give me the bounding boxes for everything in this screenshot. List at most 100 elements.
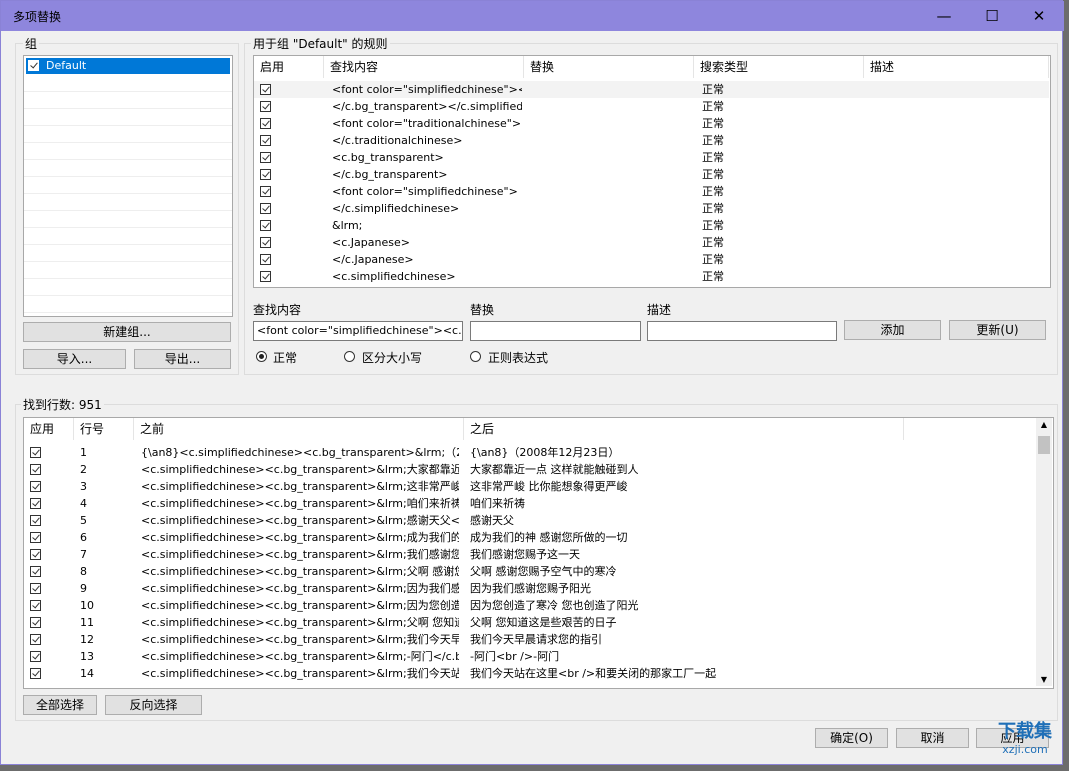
result-row[interactable]: 2 <c.simplifiedchinese><c.bg_transparent>… — [24, 461, 1034, 478]
result-row[interactable]: 4 <c.simplifiedchinese><c.bg_transparent>… — [24, 495, 1034, 512]
rule-enabled-checkbox[interactable] — [260, 101, 271, 112]
rule-enabled-checkbox[interactable] — [260, 84, 271, 95]
rules-table[interactable]: 启用 查找内容 替换 搜索类型 描述 <font color="simplifi… — [253, 55, 1051, 288]
title-bar[interactable]: 多项替换 — ☐ ✕ — [1, 1, 1064, 31]
result-line-cell: 5 — [80, 514, 87, 527]
result-apply-checkbox[interactable] — [30, 583, 41, 594]
col-enabled[interactable]: 启用 — [254, 56, 324, 78]
result-apply-checkbox[interactable] — [30, 617, 41, 628]
find-input[interactable]: <font color="simplifiedchinese"><c.bg_tr… — [253, 321, 463, 341]
rule-row[interactable]: <c.Japanese> 正常 — [254, 234, 1049, 251]
rule-enabled-checkbox[interactable] — [260, 118, 271, 129]
result-line-cell: 10 — [80, 599, 94, 612]
result-row[interactable]: 8 <c.simplifiedchinese><c.bg_transparent>… — [24, 563, 1034, 580]
result-row[interactable]: 14 <c.simplifiedchinese><c.bg_transparent… — [24, 665, 1034, 682]
scroll-thumb[interactable] — [1038, 436, 1050, 454]
result-before-cell: <c.simplifiedchinese><c.bg_transparent>&… — [141, 667, 459, 680]
select-all-button[interactable]: 全部选择 — [23, 695, 97, 715]
col-find[interactable]: 查找内容 — [324, 56, 524, 78]
result-apply-checkbox[interactable] — [30, 600, 41, 611]
result-apply-checkbox[interactable] — [30, 532, 41, 543]
result-row[interactable]: 3 <c.simplifiedchinese><c.bg_transparent>… — [24, 478, 1034, 495]
result-row[interactable]: 12 <c.simplifiedchinese><c.bg_transparent… — [24, 631, 1034, 648]
rule-enabled-checkbox[interactable] — [260, 152, 271, 163]
new-group-button[interactable]: 新建组... — [23, 322, 231, 342]
result-apply-checkbox[interactable] — [30, 566, 41, 577]
ok-button[interactable]: 确定(O) — [815, 728, 888, 748]
update-button[interactable]: 更新(U) — [949, 320, 1046, 340]
rule-row[interactable]: </c.bg_transparent> 正常 — [254, 166, 1049, 183]
result-apply-checkbox[interactable] — [30, 634, 41, 645]
rule-row[interactable]: </c.simplifiedchinese> 正常 — [254, 200, 1049, 217]
import-button[interactable]: 导入... — [23, 349, 126, 369]
group-checkbox[interactable] — [28, 60, 39, 71]
result-row[interactable]: 6 <c.simplifiedchinese><c.bg_transparent>… — [24, 529, 1034, 546]
results-scrollbar[interactable]: ▲ ▼ — [1036, 418, 1052, 686]
col-search-type[interactable]: 搜索类型 — [694, 56, 864, 78]
rule-row[interactable]: </c.traditionalchinese> 正常 — [254, 132, 1049, 149]
result-apply-checkbox[interactable] — [30, 498, 41, 509]
results-table[interactable]: 应用 行号 之前 之后 1 {\an8}<c.simplifiedchinese>… — [23, 417, 1054, 689]
invert-selection-button[interactable]: 反向选择 — [105, 695, 202, 715]
radio-case-sensitive[interactable] — [344, 351, 355, 362]
result-apply-checkbox[interactable] — [30, 447, 41, 458]
rule-row[interactable]: </c.bg_transparent></c.simplifiedc... 正常 — [254, 98, 1049, 115]
result-row[interactable]: 1 {\an8}<c.simplifiedchinese><c.bg_transp… — [24, 444, 1034, 461]
col-line[interactable]: 行号 — [74, 418, 134, 440]
result-after-cell: 成为我们的神 感谢您所做的一切 — [470, 531, 628, 544]
rule-row[interactable]: </c.Japanese> 正常 — [254, 251, 1049, 268]
result-apply-checkbox[interactable] — [30, 464, 41, 475]
result-row[interactable]: 11 <c.simplifiedchinese><c.bg_transparent… — [24, 614, 1034, 631]
rule-enabled-checkbox[interactable] — [260, 169, 271, 180]
rule-row[interactable]: <font color="simplifiedchinese"> 正常 — [254, 183, 1049, 200]
rule-enabled-checkbox[interactable] — [260, 135, 271, 146]
rule-enabled-checkbox[interactable] — [260, 271, 271, 282]
rule-row[interactable]: <c.simplifiedchinese> 正常 — [254, 268, 1049, 285]
result-line-cell: 7 — [80, 548, 87, 561]
result-row[interactable]: 10 <c.simplifiedchinese><c.bg_transparent… — [24, 597, 1034, 614]
close-icon: ✕ — [1032, 7, 1046, 25]
add-button[interactable]: 添加 — [844, 320, 941, 340]
result-apply-checkbox[interactable] — [30, 651, 41, 662]
result-apply-checkbox[interactable] — [30, 549, 41, 560]
result-apply-checkbox[interactable] — [30, 515, 41, 526]
cancel-button[interactable]: 取消 — [896, 728, 969, 748]
col-after[interactable]: 之后 — [464, 418, 904, 440]
rule-find-cell: </c.traditionalchinese> — [332, 134, 463, 147]
rule-row[interactable]: <font color="simplifiedchinese"><c.... 正常 — [254, 81, 1049, 98]
export-button[interactable]: 导出... — [134, 349, 231, 369]
col-description[interactable]: 描述 — [864, 56, 1049, 78]
radio-normal[interactable] — [256, 351, 267, 362]
result-row[interactable]: 9 <c.simplifiedchinese><c.bg_transparent>… — [24, 580, 1034, 597]
radio-regex[interactable] — [470, 351, 481, 362]
rule-row[interactable]: <c.bg_transparent> 正常 — [254, 149, 1049, 166]
rule-row[interactable]: &lrm; 正常 — [254, 217, 1049, 234]
rule-enabled-checkbox[interactable] — [260, 254, 271, 265]
replace-input[interactable] — [470, 321, 641, 341]
minimize-button[interactable]: — — [921, 1, 967, 31]
rule-find-cell: </c.Japanese> — [332, 253, 414, 266]
result-row[interactable]: 5 <c.simplifiedchinese><c.bg_transparent>… — [24, 512, 1034, 529]
rule-enabled-checkbox[interactable] — [260, 186, 271, 197]
maximize-button[interactable]: ☐ — [969, 1, 1015, 31]
window-title: 多项替换 — [13, 10, 62, 24]
group-item-default[interactable]: Default — [26, 58, 230, 74]
desc-input[interactable] — [647, 321, 837, 341]
rule-type-cell: 正常 — [702, 83, 724, 96]
col-before[interactable]: 之前 — [134, 418, 464, 440]
group-list[interactable]: Default — [23, 55, 233, 317]
col-replace[interactable]: 替换 — [524, 56, 694, 78]
result-before-cell: <c.simplifiedchinese><c.bg_transparent>&… — [141, 497, 459, 510]
rule-enabled-checkbox[interactable] — [260, 237, 271, 248]
col-apply[interactable]: 应用 — [24, 418, 74, 440]
close-button[interactable]: ✕ — [1016, 1, 1062, 31]
rule-enabled-checkbox[interactable] — [260, 203, 271, 214]
radio-regex-label: 正则表达式 — [488, 351, 549, 365]
result-row[interactable]: 13 <c.simplifiedchinese><c.bg_transparent… — [24, 648, 1034, 665]
result-apply-checkbox[interactable] — [30, 481, 41, 492]
rule-enabled-checkbox[interactable] — [260, 220, 271, 231]
result-apply-checkbox[interactable] — [30, 668, 41, 679]
rule-type-cell: 正常 — [702, 151, 724, 164]
rule-row[interactable]: <font color="traditionalchinese"> 正常 — [254, 115, 1049, 132]
result-row[interactable]: 7 <c.simplifiedchinese><c.bg_transparent>… — [24, 546, 1034, 563]
